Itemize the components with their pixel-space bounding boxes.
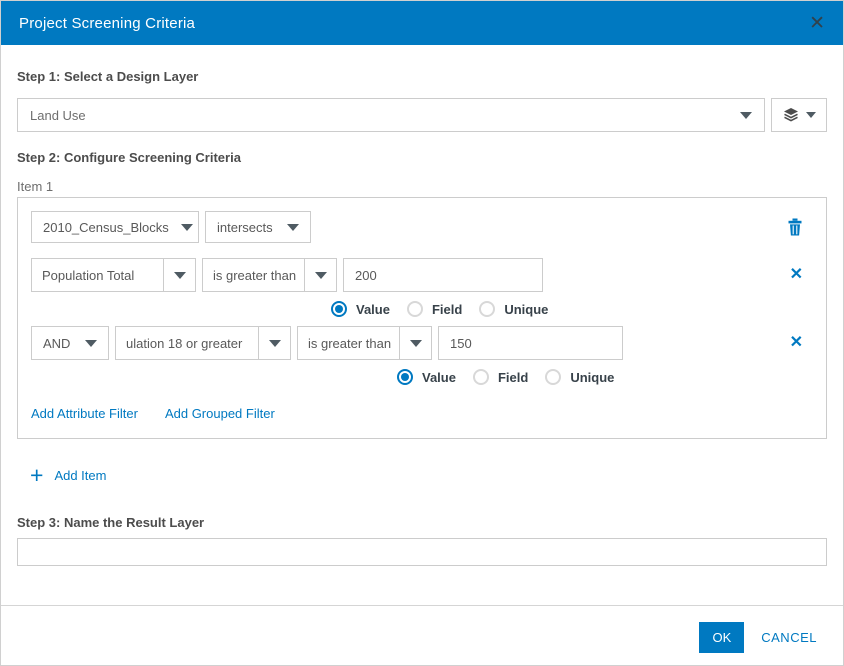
dialog-header: Project Screening Criteria ✕ xyxy=(1,1,843,45)
filter1-operator-select[interactable]: is greater than xyxy=(202,258,337,292)
result-layer-name-input[interactable] xyxy=(17,538,827,566)
add-attribute-filter-link[interactable]: Add Attribute Filter xyxy=(31,406,138,422)
cancel-button[interactable]: CANCEL xyxy=(761,630,817,645)
radio-unselected-icon[interactable] xyxy=(545,369,561,385)
radio-selected-icon[interactable] xyxy=(397,369,413,385)
add-item-label: Add Item xyxy=(54,468,106,483)
layers-icon xyxy=(783,108,799,122)
filter2-mode-unique[interactable]: Unique xyxy=(545,369,614,385)
radio-unselected-icon[interactable] xyxy=(407,301,423,317)
plus-icon: + xyxy=(30,466,43,484)
step3-label: Step 3: Name the Result Layer xyxy=(17,515,827,531)
ok-button[interactable]: OK xyxy=(699,622,744,653)
filter2-operator-select[interactable]: is greater than xyxy=(297,326,432,360)
filter1-remove-button[interactable]: ✕ xyxy=(790,267,803,283)
radio-unselected-icon[interactable] xyxy=(473,369,489,385)
filter1-operator-value: is greater than xyxy=(203,259,305,291)
filter2-remove-button[interactable]: ✕ xyxy=(790,335,803,351)
chevron-down-icon xyxy=(181,224,193,231)
design-layer-value: Land Use xyxy=(30,108,86,123)
chevron-down-icon xyxy=(315,272,327,279)
item-label: Item 1 xyxy=(17,179,827,194)
attribute-filter-row: Population Total is greater than ✕ xyxy=(31,258,813,292)
project-screening-criteria-dialog: Project Screening Criteria ✕ Step 1: Sel… xyxy=(0,0,844,666)
remove-icon: ✕ xyxy=(790,267,803,283)
layer-picker-button[interactable] xyxy=(771,98,827,132)
chevron-down-icon xyxy=(269,340,281,347)
dialog-title: Project Screening Criteria xyxy=(19,15,195,32)
spatial-operator-value: intersects xyxy=(217,220,273,235)
chevron-down-icon xyxy=(85,340,97,347)
filter2-field-value: ulation 18 or greater xyxy=(116,327,259,359)
radio-selected-icon[interactable] xyxy=(331,301,347,317)
filter1-mode-field[interactable]: Field xyxy=(407,301,462,317)
chevron-down-icon xyxy=(410,340,422,347)
filter1-mode-radio-group: Value Field Unique xyxy=(331,299,813,319)
add-item-button[interactable]: + Add Item xyxy=(30,465,827,485)
chevron-down-icon xyxy=(287,224,299,231)
trash-icon xyxy=(787,218,803,236)
attribute-filter-row: AND ulation 18 or greater is greater tha… xyxy=(31,326,813,360)
filter1-mode-value[interactable]: Value xyxy=(331,301,390,317)
delete-item-button[interactable] xyxy=(787,218,803,236)
step1-label: Step 1: Select a Design Layer xyxy=(17,45,827,85)
spatial-operator-select[interactable]: intersects xyxy=(205,211,311,243)
filter1-mode-unique[interactable]: Unique xyxy=(479,301,548,317)
filter2-field-select[interactable]: ulation 18 or greater xyxy=(115,326,291,360)
filter1-value-input[interactable] xyxy=(343,258,543,292)
dialog-footer: OK CANCEL xyxy=(1,606,843,666)
filter2-value-input[interactable] xyxy=(438,326,623,360)
filter1-field-select[interactable]: Population Total xyxy=(31,258,196,292)
criteria-layer-select[interactable]: 2010_Census_Blocks xyxy=(31,211,199,243)
filter2-operator-value: is greater than xyxy=(298,327,400,359)
step2-label: Step 2: Configure Screening Criteria xyxy=(17,150,827,166)
design-layer-row: Land Use xyxy=(17,98,827,132)
design-layer-select[interactable]: Land Use xyxy=(17,98,765,132)
chevron-down-icon xyxy=(806,112,816,118)
item-panel: 2010_Census_Blocks intersects xyxy=(17,197,827,439)
filter2-mode-radio-group: Value Field Unique xyxy=(397,367,813,387)
filter2-conjunction-select[interactable]: AND xyxy=(31,326,109,360)
chevron-down-icon xyxy=(740,112,752,119)
radio-unselected-icon[interactable] xyxy=(479,301,495,317)
dialog-body: Step 1: Select a Design Layer Land Use S… xyxy=(1,45,843,566)
filter2-mode-value[interactable]: Value xyxy=(397,369,456,385)
remove-icon: ✕ xyxy=(790,335,803,351)
filter2-conjunction-value: AND xyxy=(43,336,70,351)
filter1-field-value: Population Total xyxy=(32,259,164,291)
criteria-layer-value: 2010_Census_Blocks xyxy=(43,220,169,235)
filter-links-row: Add Attribute Filter Add Grouped Filter xyxy=(31,406,813,422)
add-grouped-filter-link[interactable]: Add Grouped Filter xyxy=(165,406,275,422)
chevron-down-icon xyxy=(174,272,186,279)
spatial-filter-row: 2010_Census_Blocks intersects xyxy=(31,211,813,243)
close-icon[interactable]: ✕ xyxy=(809,14,825,33)
filter2-mode-field[interactable]: Field xyxy=(473,369,528,385)
